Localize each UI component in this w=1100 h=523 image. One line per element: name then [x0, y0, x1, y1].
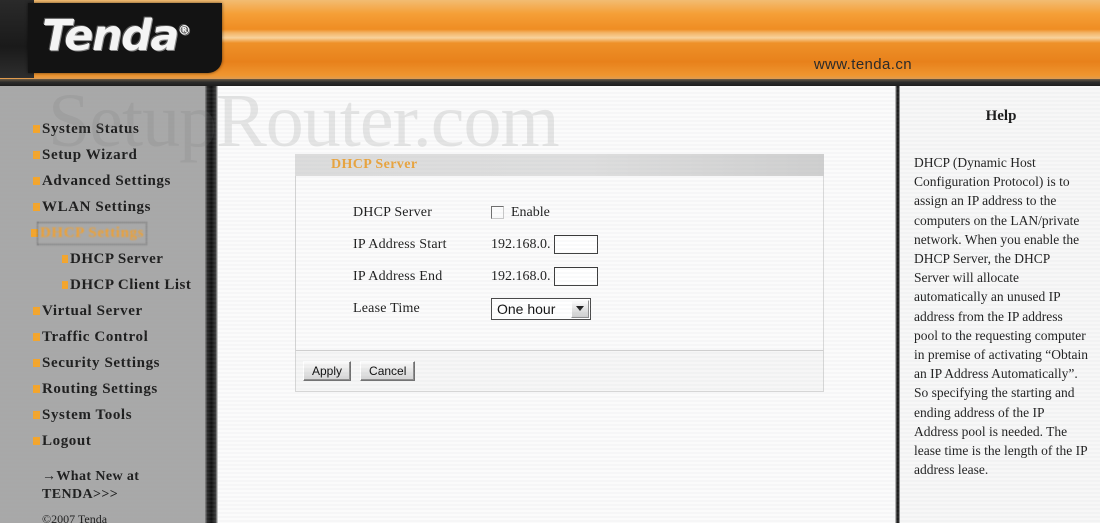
sidebar-footer: →What New at TENDA>>> ©2007 Tenda [42, 468, 202, 523]
bullet-icon [33, 359, 40, 367]
cancel-button[interactable]: Cancel [360, 361, 416, 381]
sidebar-item-system-tools[interactable]: System Tools [0, 402, 205, 428]
help-panel: Help DHCP (Dynamic Host Configuration Pr… [900, 86, 1100, 523]
sidebar-item-dhcp-settings[interactable]: DHCP Settings [0, 220, 205, 246]
router-admin-page: Tenda® www.tenda.cn System Status Setup … [0, 0, 1100, 523]
help-text: DHCP (Dynamic Host Configuration Protoco… [914, 155, 1088, 478]
form-row-ip-end: IP Address End 192.168.0. [296, 264, 823, 289]
bullet-icon [33, 151, 40, 159]
tenda-logo: Tenda® [28, 3, 222, 73]
sidebar-item-virtual-server[interactable]: Virtual Server [0, 298, 205, 324]
sidebar-item-system-status[interactable]: System Status [0, 116, 205, 142]
panel-title-text: DHCP Server [331, 157, 418, 172]
bullet-icon [33, 385, 40, 393]
bullet-icon [33, 411, 40, 419]
form-row-lease-time: Lease Time One hour [296, 296, 823, 321]
sidebar: System Status Setup Wizard Advanced Sett… [0, 86, 205, 523]
chevron-down-icon[interactable] [571, 299, 589, 318]
sidebar-item-label: Setup Wizard [42, 146, 138, 163]
bullet-icon [33, 333, 40, 341]
sidebar-item-label: Security Settings [42, 354, 161, 371]
form-row-ip-start: IP Address Start 192.168.0. [296, 232, 823, 257]
sidebar-item-label: System Tools [42, 406, 133, 423]
sidebar-item-logout[interactable]: Logout [0, 428, 205, 454]
dhcp-enable-label: Enable [511, 204, 550, 220]
panel-footer: Apply Cancel [295, 350, 824, 392]
dhcp-form: DHCP Server Enable IP Address Start 192.… [295, 176, 824, 350]
lease-time-value: One hour [497, 300, 556, 317]
bullet-icon [33, 203, 40, 211]
sidebar-item-label: Traffic Control [42, 328, 149, 345]
sidebar-item-advanced-settings[interactable]: Advanced Settings [0, 168, 205, 194]
lease-time-label: Lease Time [353, 300, 420, 316]
header-website-url: www.tenda.cn [813, 56, 912, 73]
sidebar-item-dhcp-server[interactable]: DHCP Server [0, 246, 205, 272]
bullet-icon [33, 437, 40, 445]
ip-start-control: 192.168.0. [491, 235, 598, 254]
help-title: Help [985, 108, 1017, 124]
ip-end-input[interactable] [553, 267, 598, 286]
registered-mark-icon: ® [177, 23, 191, 39]
dhcp-enable-checkbox[interactable] [491, 206, 504, 219]
bullet-icon [62, 281, 68, 289]
logo-wordmark: Tenda [42, 11, 179, 61]
sidebar-item-label: Routing Settings [42, 380, 158, 397]
copyright-text: ©2007 Tenda [42, 512, 108, 523]
panel-title-bar: DHCP Server [295, 154, 824, 176]
lease-time-select[interactable]: One hour [491, 297, 591, 320]
sidebar-item-label: DHCP Server [70, 250, 164, 267]
bullet-icon [33, 307, 40, 315]
main-content: DHCP Server DHCP Server Enable IP Addres… [218, 86, 898, 523]
sidebar-item-setup-wizard[interactable]: Setup Wizard [0, 142, 205, 168]
sidebar-item-traffic-control[interactable]: Traffic Control [0, 324, 205, 350]
sidebar-item-security-settings[interactable]: Security Settings [0, 350, 205, 376]
dhcp-server-control: Enable [491, 205, 550, 221]
ip-start-input[interactable] [553, 235, 598, 254]
sidebar-item-label: DHCP Settings [36, 221, 148, 245]
sidebar-item-wlan-settings[interactable]: WLAN Settings [0, 194, 205, 220]
sidebar-nav: System Status Setup Wizard Advanced Sett… [0, 116, 205, 454]
sidebar-item-label: DHCP Client List [70, 276, 192, 293]
ip-end-label: IP Address End [353, 268, 443, 284]
bullet-icon [33, 125, 40, 133]
sidebar-item-dhcp-client-list[interactable]: DHCP Client List [0, 272, 205, 298]
ip-end-control: 192.168.0. [491, 267, 598, 286]
bullet-icon [62, 255, 68, 263]
bullet-icon [31, 229, 38, 237]
sidebar-item-label: WLAN Settings [42, 198, 152, 215]
logo-text: Tenda® [42, 11, 191, 61]
apply-button[interactable]: Apply [303, 361, 352, 381]
sidebar-item-label: System Status [42, 120, 140, 137]
sidebar-divider [205, 86, 218, 523]
bullet-icon [33, 177, 40, 185]
ip-start-prefix: 192.168.0. [491, 236, 551, 252]
dhcp-server-panel: DHCP Server DHCP Server Enable IP Addres… [295, 154, 824, 392]
page-header: Tenda® www.tenda.cn [0, 0, 1100, 86]
header-bottom-bar [0, 79, 1100, 86]
sidebar-item-routing-settings[interactable]: Routing Settings [0, 376, 205, 402]
page-body: System Status Setup Wizard Advanced Sett… [0, 86, 1100, 523]
form-row-dhcp-server: DHCP Server Enable [296, 200, 823, 225]
ip-end-prefix: 192.168.0. [491, 268, 551, 284]
sidebar-item-label: Advanced Settings [42, 172, 171, 189]
ip-start-label: IP Address Start [353, 236, 447, 252]
sidebar-item-label: Virtual Server [42, 302, 143, 319]
lease-time-control: One hour [491, 297, 591, 320]
dhcp-server-label: DHCP Server [353, 204, 433, 220]
sidebar-item-label: Logout [42, 432, 92, 449]
whats-new-link[interactable]: →What New at TENDA>>> [42, 468, 202, 504]
